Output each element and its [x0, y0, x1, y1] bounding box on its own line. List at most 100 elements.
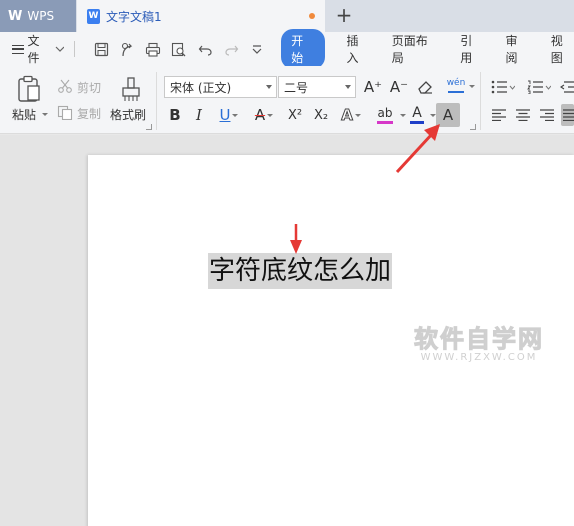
document-page[interactable]: 字符底纹怎么加 软件自学网 WWW.RJZXW.COM: [88, 155, 574, 526]
tab-home[interactable]: 开始: [281, 29, 325, 69]
format-painter-label: 格式刷: [110, 108, 147, 122]
tab-references[interactable]: 引用: [460, 32, 483, 66]
document-tab-title: 文字文稿1: [106, 9, 162, 24]
underline-icon: U: [219, 106, 231, 124]
title-tab-bar: W WPS W 文字文稿1 +: [0, 0, 574, 32]
phonetic-underline: [448, 91, 464, 93]
document-tab[interactable]: W 文字文稿1: [77, 0, 325, 32]
chevron-down-icon: [55, 46, 65, 52]
wps-logo-icon: W: [8, 8, 23, 24]
tab-insert[interactable]: 插入: [347, 32, 370, 66]
character-shading-icon: A: [442, 106, 454, 124]
decrease-indent-button[interactable]: [560, 76, 574, 98]
print-icon[interactable]: [145, 41, 161, 57]
wps-label: WPS: [27, 9, 55, 23]
highlight-color-bar: [377, 120, 393, 124]
customize-toolbar-icon[interactable]: [249, 41, 265, 57]
cut-button[interactable]: 剪切: [77, 79, 101, 96]
align-right-button[interactable]: [538, 106, 556, 124]
bullet-list-icon: [491, 80, 515, 94]
phonetic-dropdown-icon[interactable]: [469, 85, 475, 88]
watermark-sub: WWW.RJZXW.COM: [420, 352, 538, 363]
wps-home-tab[interactable]: W WPS: [0, 0, 76, 32]
font-size-select[interactable]: 二号: [278, 76, 356, 98]
ribbon-home: 粘贴 剪切 复制 格式刷 宋体 (正文) 二号 A⁺ A⁻ wén B I U …: [0, 66, 574, 134]
italic-button[interactable]: I: [190, 104, 208, 126]
grow-font-icon: A⁺: [363, 78, 383, 96]
export-pdf-icon[interactable]: [119, 41, 135, 57]
superscript-icon: X²: [287, 107, 303, 123]
document-canvas: 字符底纹怎么加 软件自学网 WWW.RJZXW.COM: [0, 135, 574, 526]
font-name-value: 宋体 (正文): [170, 80, 232, 95]
watermark-main: 软件自学网: [414, 325, 544, 354]
decrease-indent-icon: [560, 81, 574, 93]
file-menu-label: 文件: [27, 34, 40, 65]
save-icon[interactable]: [93, 41, 109, 57]
redo-icon[interactable]: [223, 41, 239, 57]
scissors-icon: [56, 78, 74, 94]
document-icon: W: [87, 8, 100, 24]
file-menu-button[interactable]: 文件: [12, 32, 65, 66]
document-text[interactable]: 字符底纹怎么加: [208, 253, 393, 289]
font-name-select[interactable]: 宋体 (正文): [164, 76, 277, 98]
tab-view[interactable]: 视图: [551, 32, 574, 66]
underline-dropdown-icon: [232, 113, 239, 117]
copy-button[interactable]: 复制: [77, 105, 101, 122]
numbered-list-button[interactable]: [524, 76, 554, 98]
align-right-icon: [540, 109, 554, 121]
numbered-list-icon: [527, 80, 551, 94]
new-tab-button[interactable]: +: [334, 4, 354, 26]
italic-icon: I: [196, 106, 202, 124]
font-color-icon: A: [412, 105, 422, 121]
bold-button[interactable]: B: [166, 104, 184, 126]
format-painter-button[interactable]: [118, 74, 144, 104]
align-center-button[interactable]: [514, 106, 532, 124]
divider: [74, 41, 76, 57]
bullet-list-button[interactable]: [488, 76, 518, 98]
justify-icon: [562, 109, 574, 121]
divider: [480, 72, 481, 130]
chevron-down-icon: [345, 85, 351, 89]
tab-page-layout[interactable]: 页面布局: [392, 32, 438, 66]
text-effect-button[interactable]: A: [337, 104, 365, 126]
phonetic-guide-button[interactable]: wén: [442, 74, 470, 98]
font-size-value: 二号: [284, 80, 309, 95]
paste-label: 粘贴: [12, 108, 37, 122]
align-center-icon: [516, 109, 530, 121]
copy-icon: [56, 104, 74, 120]
clipboard-icon: [18, 75, 40, 102]
eraser-icon: [418, 81, 432, 94]
shrink-font-button[interactable]: A⁻: [388, 76, 410, 98]
font-group-launcher[interactable]: [470, 124, 476, 130]
hamburger-icon: [12, 44, 24, 54]
align-left-button[interactable]: [490, 106, 508, 124]
justify-button[interactable]: [561, 104, 574, 126]
font-color-button[interactable]: A: [404, 104, 430, 126]
clipboard-group-launcher[interactable]: [146, 124, 152, 130]
paste-button[interactable]: [14, 74, 44, 104]
divider: [156, 72, 157, 130]
font-color-bar: [410, 121, 424, 124]
subscript-icon: X₂: [313, 107, 329, 123]
clear-formatting-button[interactable]: [414, 77, 436, 97]
bold-icon: B: [169, 106, 181, 124]
quick-access-toolbar: [93, 41, 265, 57]
tab-review[interactable]: 审阅: [506, 32, 529, 66]
superscript-button[interactable]: X²: [283, 104, 307, 126]
highlight-button[interactable]: ab: [370, 104, 400, 126]
shrink-font-icon: A⁻: [389, 78, 409, 96]
phonetic-guide-icon: wén: [446, 78, 466, 88]
align-left-icon: [492, 109, 506, 121]
paintbrush-icon: [122, 77, 140, 101]
grow-font-button[interactable]: A⁺: [362, 76, 384, 98]
highlight-icon: ab: [377, 105, 393, 120]
print-preview-icon[interactable]: [171, 41, 187, 57]
strikethrough-dropdown-icon: [267, 113, 274, 117]
paste-dropdown-icon[interactable]: [42, 113, 48, 116]
strikethrough-button[interactable]: A: [250, 104, 278, 126]
underline-button[interactable]: U: [214, 104, 244, 126]
text-effect-dropdown-icon: [354, 113, 361, 117]
subscript-button[interactable]: X₂: [309, 104, 333, 126]
undo-icon[interactable]: [197, 41, 213, 57]
character-shading-button[interactable]: A: [436, 103, 460, 127]
